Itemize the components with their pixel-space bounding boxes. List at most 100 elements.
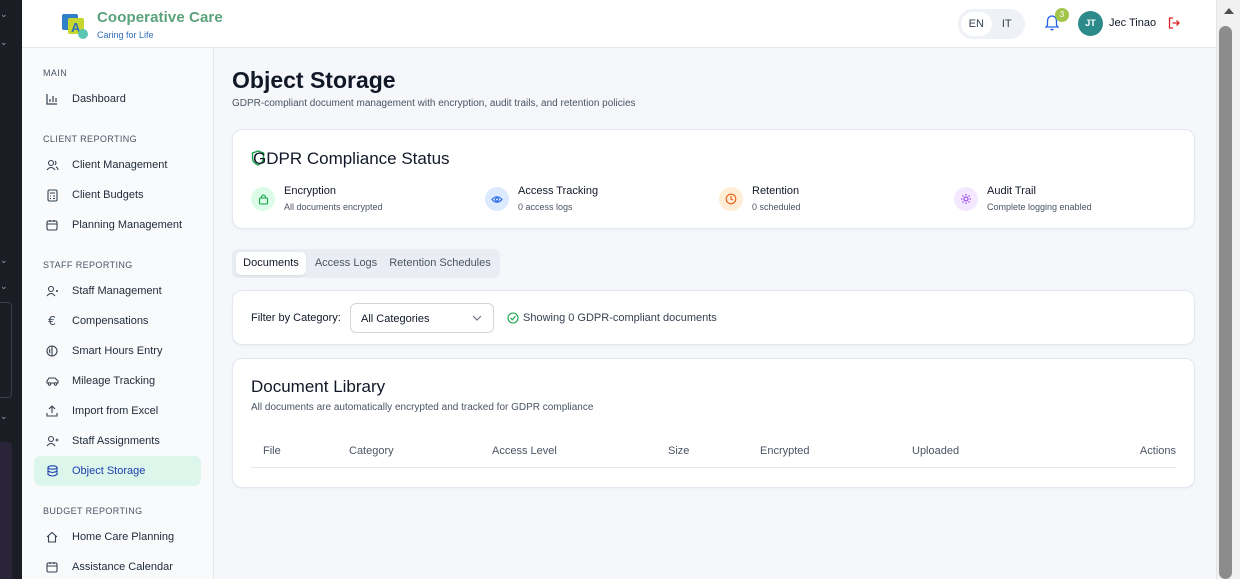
- upload-icon: [45, 404, 59, 418]
- top-header: A Cooperative Care Caring for Life EN IT…: [22, 0, 1216, 48]
- user-cog-icon: [45, 284, 59, 298]
- scrollbar-thumb[interactable]: [1219, 26, 1232, 579]
- document-library-subtitle: All documents are automatically encrypte…: [251, 402, 594, 413]
- sidebar-item-label: Assistance Calendar: [72, 561, 173, 573]
- calculator-icon: [45, 188, 59, 202]
- chevron-down-icon: ⌄: [0, 412, 8, 422]
- sidebar-item-import-from-excel[interactable]: Import from Excel: [34, 396, 201, 426]
- tab-retention-schedules[interactable]: Retention Schedules: [384, 252, 496, 275]
- notification-badge: 3: [1055, 8, 1069, 22]
- cog-icon: [954, 187, 978, 211]
- sidebar-item-label: Dashboard: [72, 93, 126, 105]
- column-encrypted: Encrypted: [760, 445, 810, 457]
- sidebar-item-dashboard[interactable]: Dashboard: [34, 84, 201, 114]
- sidebar-item-label: Home Care Planning: [72, 531, 175, 543]
- bar-chart-icon: [45, 92, 59, 106]
- calendar-icon: [45, 218, 59, 232]
- sidebar: MAIN Dashboard CLIENT REPORTING Client M…: [22, 48, 214, 579]
- sidebar-section-staff-reporting: STAFF REPORTING: [43, 260, 133, 270]
- sidebar-item-assistance-calendar[interactable]: Assistance Calendar: [34, 552, 201, 579]
- sidebar-item-home-care-planning[interactable]: Home Care Planning: [34, 522, 201, 552]
- sidebar-item-staff-assignments[interactable]: Staff Assignments: [34, 426, 201, 456]
- sidebar-item-label: Client Management: [72, 159, 168, 171]
- feature-desc: 0 scheduled: [752, 202, 801, 212]
- table-header: File Category Access Level Size Encrypte…: [251, 435, 1176, 468]
- check-circle-icon: [507, 312, 519, 324]
- filter-card: Filter by Category: All Categories Showi…: [232, 290, 1195, 345]
- document-count-status: Showing 0 GDPR-compliant documents: [507, 312, 717, 324]
- sidebar-item-client-management[interactable]: Client Management: [34, 150, 201, 180]
- language-switcher: EN IT: [958, 9, 1025, 39]
- app-window: A Cooperative Care Caring for Life EN IT…: [22, 0, 1216, 579]
- tab-access-logs[interactable]: Access Logs: [310, 252, 382, 275]
- database-icon: [45, 464, 59, 478]
- sidebar-item-label: Planning Management: [72, 219, 183, 231]
- lock-icon: [251, 187, 275, 211]
- sidebar-section-budget-reporting: BUDGET REPORTING: [43, 506, 143, 516]
- sidebar-item-label: Object Storage: [72, 465, 146, 477]
- storage-tabs: Documents Access Logs Retention Schedule…: [232, 249, 500, 278]
- sidebar-item-mileage-tracking[interactable]: Mileage Tracking: [34, 366, 201, 396]
- smart-hours-icon: [45, 344, 59, 358]
- page-scrollbar[interactable]: [1216, 0, 1240, 579]
- language-en-button[interactable]: EN: [961, 12, 992, 36]
- sidebar-item-planning-management[interactable]: Planning Management: [34, 210, 201, 240]
- feature-desc: Complete logging enabled: [987, 202, 1092, 212]
- car-icon: [45, 374, 59, 388]
- sidebar-item-label: Compensations: [72, 315, 149, 327]
- main-content: Object Storage GDPR-compliant document m…: [214, 48, 1216, 579]
- column-file: File: [263, 445, 281, 457]
- feature-title: Access Tracking: [518, 185, 599, 197]
- language-it-button[interactable]: IT: [992, 12, 1023, 36]
- sidebar-item-object-storage[interactable]: Object Storage: [34, 456, 201, 486]
- sidebar-item-compensations[interactable]: € Compensations: [34, 306, 201, 336]
- category-select[interactable]: All Categories: [350, 303, 494, 333]
- scroll-up-arrow-icon[interactable]: [1224, 8, 1234, 14]
- sidebar-item-smart-hours-entry[interactable]: Smart Hours Entry: [34, 336, 201, 366]
- users-icon: [45, 158, 59, 172]
- logout-icon[interactable]: [1167, 16, 1181, 30]
- feature-title: Encryption: [284, 185, 336, 197]
- sidebar-section-client-reporting: CLIENT REPORTING: [43, 134, 138, 144]
- sidebar-item-label: Staff Assignments: [72, 435, 160, 447]
- chevron-down-icon: ⌄: [0, 38, 8, 48]
- column-access-level: Access Level: [492, 445, 557, 457]
- sidebar-item-label: Mileage Tracking: [72, 375, 156, 387]
- feature-title: Retention: [752, 185, 800, 197]
- sidebar-item-label: Import from Excel: [72, 405, 159, 417]
- document-count-text: Showing 0 GDPR-compliant documents: [523, 312, 717, 324]
- clock-icon: [719, 187, 743, 211]
- sidebar-item-client-budgets[interactable]: Client Budgets: [34, 180, 201, 210]
- chevron-down-icon: ⌄: [0, 282, 8, 292]
- sidebar-item-label: Client Budgets: [72, 189, 144, 201]
- sidebar-item-staff-management[interactable]: Staff Management: [34, 276, 201, 306]
- brand-tagline: Caring for Life: [97, 30, 154, 40]
- home-icon: [45, 530, 59, 544]
- document-library-card: Document Library All documents are autom…: [232, 358, 1195, 488]
- gdpr-card-title: GDPR Compliance Status: [253, 149, 450, 168]
- eye-icon: [485, 187, 509, 211]
- feature-desc: 0 access logs: [518, 202, 573, 212]
- filter-label: Filter by Category:: [251, 312, 341, 324]
- feature-desc: All documents encrypted: [284, 202, 383, 212]
- chevron-down-icon: ⌄: [0, 256, 8, 266]
- column-uploaded: Uploaded: [912, 445, 960, 457]
- user-plus-icon: [45, 434, 59, 448]
- chevron-down-icon: [472, 315, 482, 321]
- brand-logo-icon[interactable]: A: [60, 10, 90, 40]
- adjacent-panel: [0, 302, 12, 398]
- sidebar-item-label: Staff Management: [72, 285, 162, 297]
- user-name[interactable]: Jec Tinao: [1109, 17, 1156, 29]
- chevron-down-icon: ⌄: [0, 10, 8, 20]
- tab-documents[interactable]: Documents: [236, 252, 306, 275]
- column-category: Category: [349, 445, 394, 457]
- calendar-icon: [45, 560, 59, 574]
- sidebar-section-main: MAIN: [43, 68, 68, 78]
- brand-name: Cooperative Care: [97, 9, 223, 26]
- sidebar-item-label: Smart Hours Entry: [72, 345, 163, 357]
- category-select-value: All Categories: [361, 313, 430, 325]
- adjacent-panel-dark: [0, 442, 12, 579]
- avatar[interactable]: JT: [1078, 11, 1103, 36]
- adjacent-window-strip: ⌄ ⌄ ⌄ ⌄ ⌄: [0, 0, 22, 579]
- column-actions: Actions: [1139, 445, 1176, 457]
